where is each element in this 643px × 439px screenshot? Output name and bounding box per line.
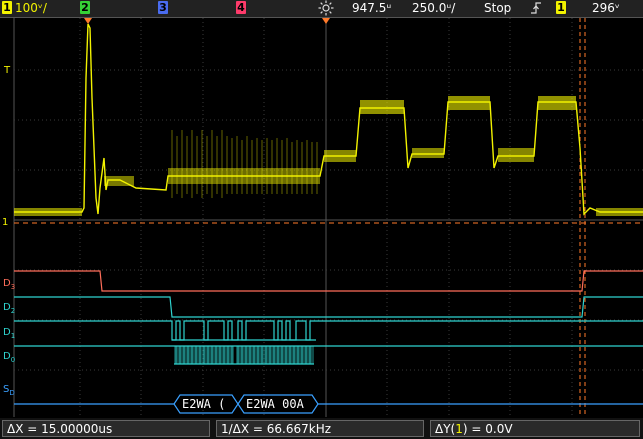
status-bar: 1 100ᵛ/ 2 3 4 947.5ᵘ 250.0ᵘ/ Stop 1 296ᵛ xyxy=(0,0,643,18)
waveform-start-marker xyxy=(84,18,92,24)
sun-trigger-icon[interactable] xyxy=(318,0,334,16)
d3-trace xyxy=(14,270,643,292)
channel-4-badge: 4 xyxy=(236,1,246,14)
graticule xyxy=(13,18,643,417)
channel-1-badge: 1 xyxy=(2,1,12,14)
channel-1-trace xyxy=(14,23,643,216)
delta-y-value: ) = 0.0V xyxy=(462,422,513,436)
trigger-source-badge: 1 xyxy=(556,1,566,14)
delta-y-prefix: ΔY( xyxy=(435,422,456,436)
d3-label: D3 xyxy=(3,278,16,292)
trigger-level[interactable]: 296ᵛ xyxy=(592,1,620,16)
serial-bus-label: SD xyxy=(3,384,15,398)
channel-1-scale: 100ᵛ/ xyxy=(15,1,47,15)
delta-y-measurement[interactable]: ΔY(1) = 0.0V xyxy=(430,420,640,437)
channel-1-ground-marker[interactable]: 1 xyxy=(2,218,8,228)
d2-label: D2 xyxy=(3,302,16,316)
channel-4-control[interactable]: 4 xyxy=(236,1,249,16)
trigger-position-marker[interactable] xyxy=(322,18,330,24)
serial-bus-trace xyxy=(14,394,643,414)
d1-label: D1 xyxy=(3,327,16,341)
trigger-level-marker[interactable]: T xyxy=(4,66,10,76)
d2-trace xyxy=(14,296,643,318)
channel-2-badge: 2 xyxy=(80,1,90,14)
channel-1-control[interactable]: 1 100ᵛ/ xyxy=(2,1,47,16)
run-state[interactable]: Stop xyxy=(484,1,511,16)
horizontal-delay[interactable]: 947.5ᵘ xyxy=(352,1,391,16)
delta-x-measurement[interactable]: ΔX = 15.00000us xyxy=(2,420,210,437)
inverse-delta-x-measurement[interactable]: 1/ΔX = 66.667kHz xyxy=(216,420,424,437)
measurement-bar: ΔX = 15.00000us 1/ΔX = 66.667kHz ΔY(1) =… xyxy=(0,418,643,439)
rising-edge-icon[interactable] xyxy=(530,1,542,16)
channel-3-badge: 3 xyxy=(158,1,168,14)
d0-label: D0 xyxy=(3,351,16,365)
d1-trace xyxy=(14,320,643,341)
channel-3-control[interactable]: 3 xyxy=(158,1,171,16)
channel-2-control[interactable]: 2 xyxy=(80,1,93,16)
trigger-source[interactable]: 1 xyxy=(556,1,569,16)
d0-trace xyxy=(14,345,643,365)
delta-y-channel: 1 xyxy=(455,422,463,436)
bus-decode-packet-1[interactable]: E2WA ( xyxy=(182,397,225,411)
timebase-scale[interactable]: 250.0ᵘ/ xyxy=(412,1,455,16)
bus-decode-packet-2[interactable]: E2WA 00A xyxy=(246,397,304,411)
waveform-display[interactable]: T 1 D3 D2 D1 D0 SD E2WA ( E2WA 00A xyxy=(0,18,643,417)
